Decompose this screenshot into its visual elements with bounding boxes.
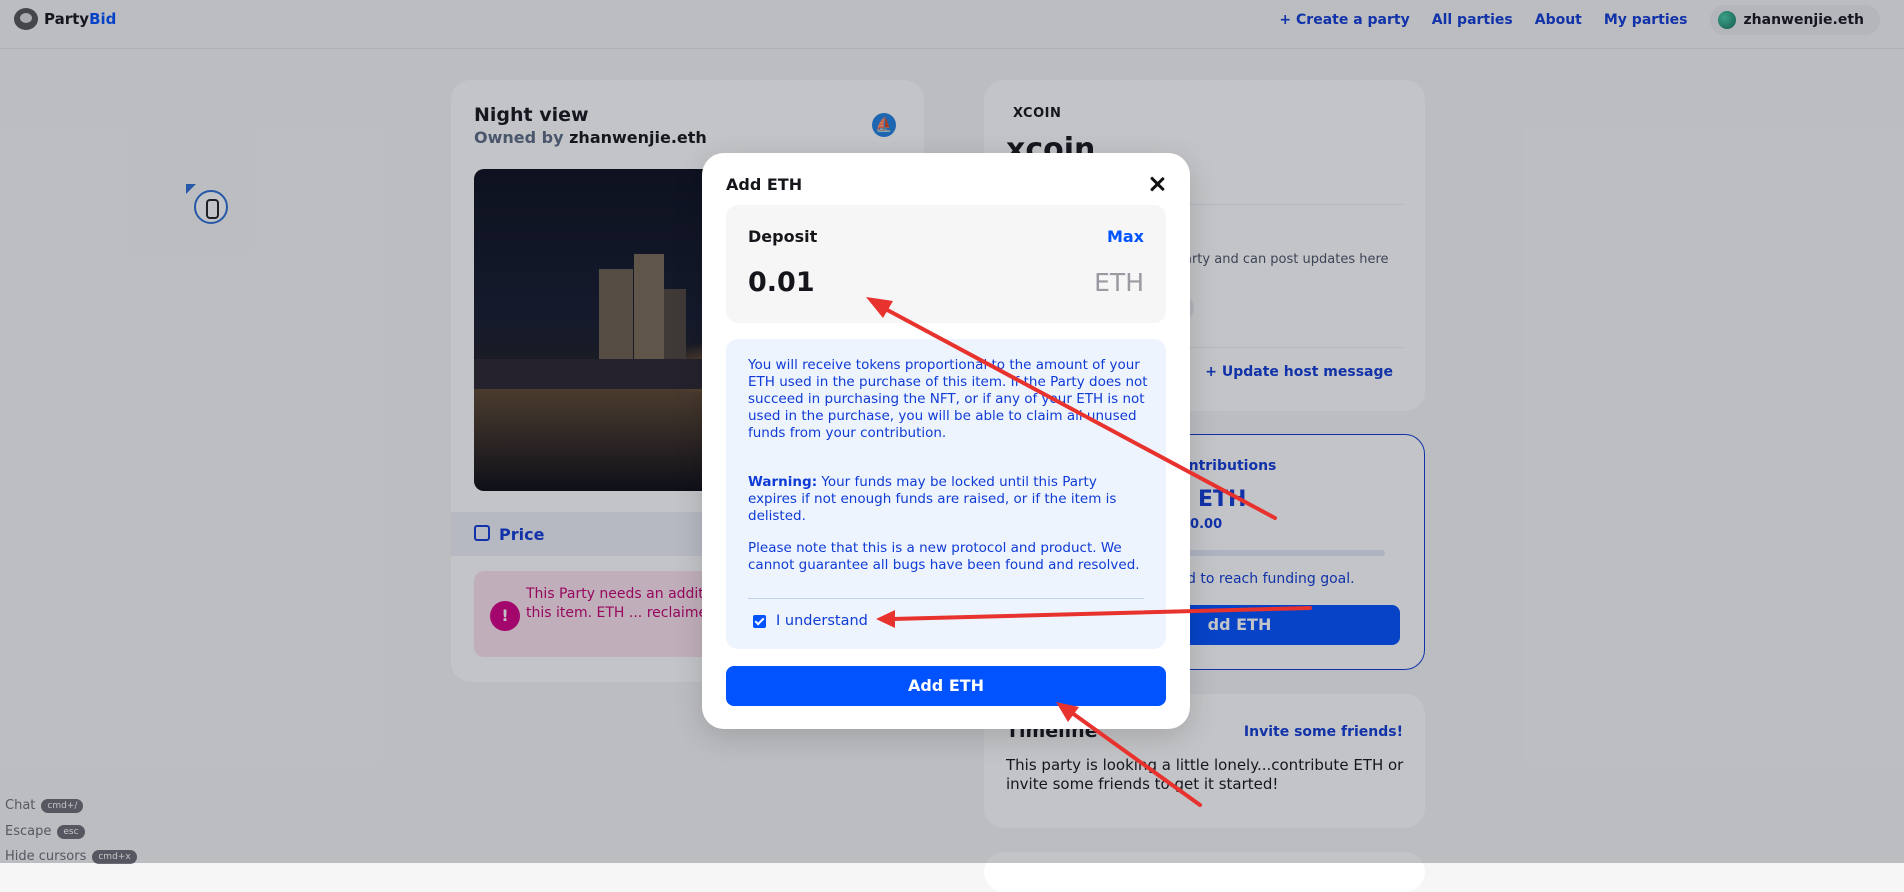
- arrow-head: [876, 610, 895, 628]
- arrow-to-checkbox: [890, 606, 1312, 621]
- arrow-head: [1056, 702, 1079, 722]
- annotation-arrows: [866, 297, 1312, 807]
- arrow-head: [866, 297, 893, 318]
- arrow-to-add-button: [1066, 708, 1202, 807]
- arrow-to-amount: [876, 303, 1277, 520]
